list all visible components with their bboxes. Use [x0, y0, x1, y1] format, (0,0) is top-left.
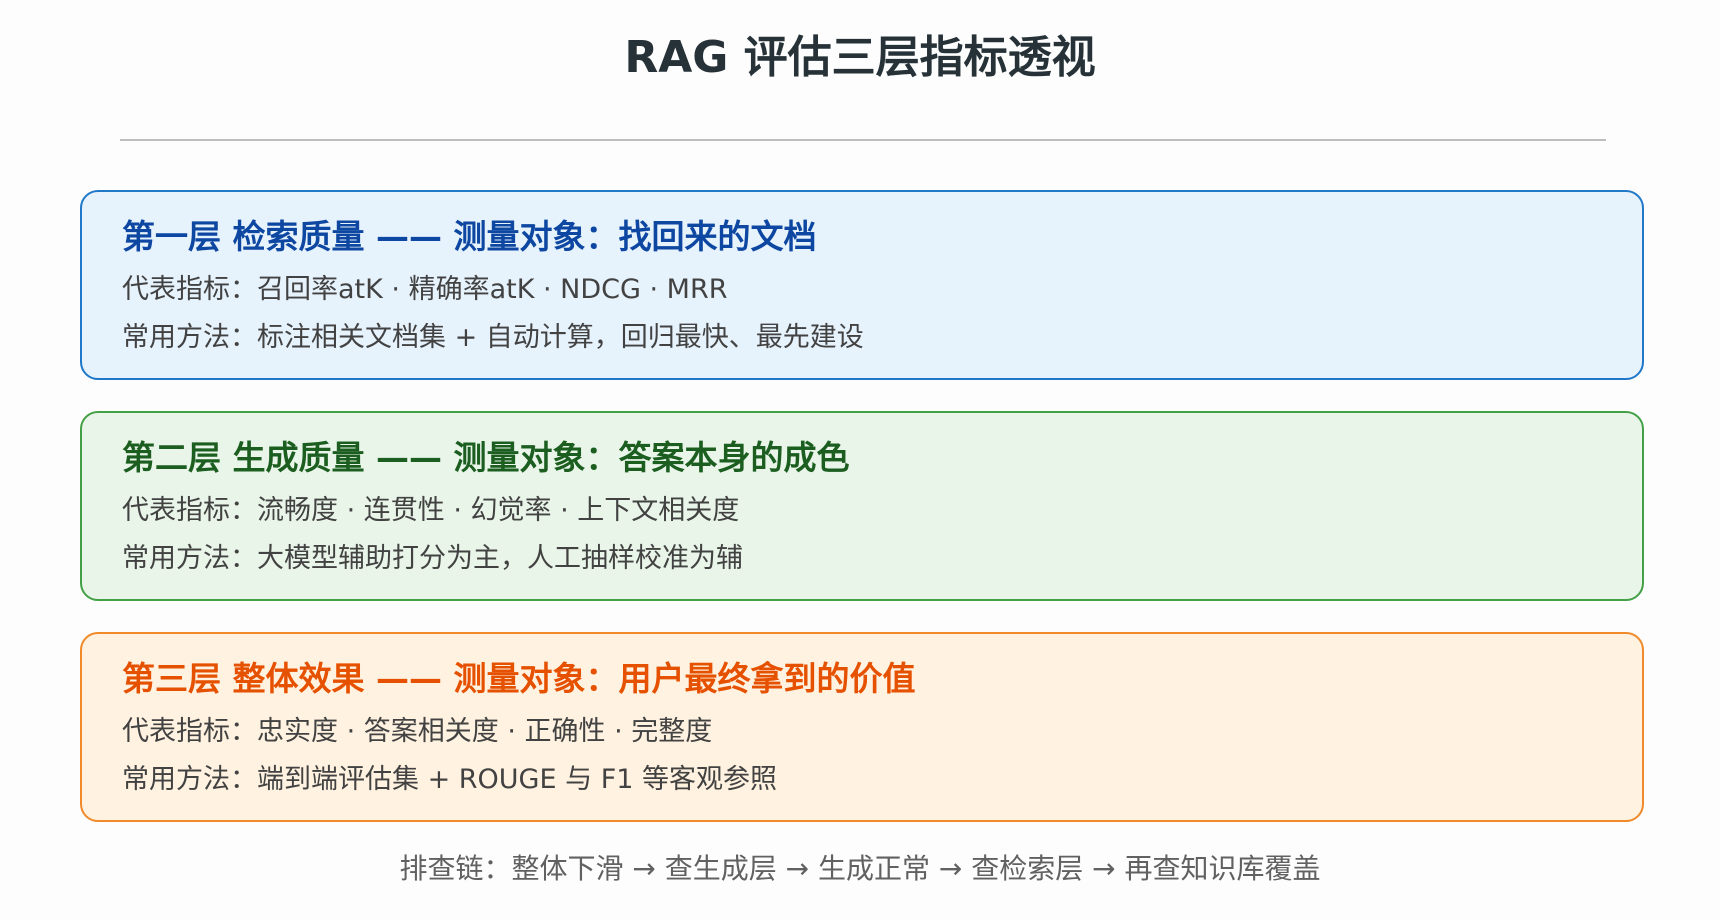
layer-method: 常用方法：标注相关文档集 + 自动计算，回归最快、最先建设 — [122, 322, 864, 353]
layer-method: 常用方法：端到端评估集 + ROUGE 与 F1 等客观参照 — [122, 764, 777, 795]
layer-title: 第三层 整体效果 —— 测量对象：用户最终拿到的价值 — [122, 659, 916, 698]
page-title: RAG 评估三层指标透视 — [624, 32, 1096, 83]
layer-title: 第一层 检索质量 —— 测量对象：找回来的文档 — [122, 217, 817, 256]
layer-metrics: 代表指标：忠实度 · 答案相关度 · 正确性 · 完整度 — [122, 716, 713, 747]
layer-card-generation: 第二层 生成质量 —— 测量对象：答案本身的成色 代表指标：流畅度 · 连贯性 … — [80, 411, 1644, 601]
layer-title: 第二层 生成质量 —— 测量对象：答案本身的成色 — [122, 438, 850, 477]
troubleshooting-chain: 排查链：整体下滑 → 查生成层 → 生成正常 → 查检索层 → 再查知识库覆盖 — [399, 852, 1321, 885]
layer-card-overall: 第三层 整体效果 —— 测量对象：用户最终拿到的价值 代表指标：忠实度 · 答案… — [80, 632, 1644, 822]
title-divider — [120, 139, 1606, 141]
layer-method: 常用方法：大模型辅助打分为主，人工抽样校准为辅 — [122, 543, 743, 574]
layer-card-retrieval: 第一层 检索质量 —— 测量对象：找回来的文档 代表指标：召回率atK · 精确… — [80, 190, 1644, 380]
layer-metrics: 代表指标：召回率atK · 精确率atK · NDCG · MRR — [122, 274, 728, 305]
layer-metrics: 代表指标：流畅度 · 连贯性 · 幻觉率 · 上下文相关度 — [122, 495, 740, 526]
